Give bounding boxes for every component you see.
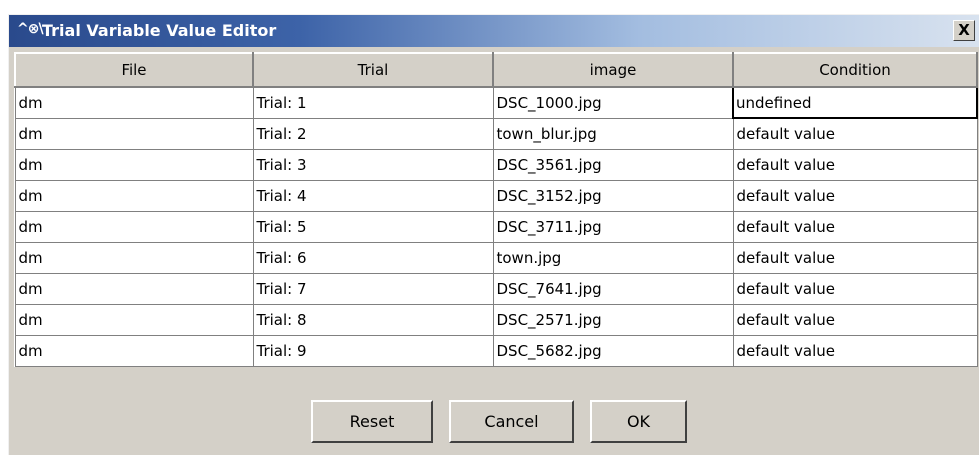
- trial-cell: Trial: 6: [252, 241, 494, 274]
- column-header-trial[interactable]: Trial: [252, 52, 494, 88]
- trial-cell: Trial: 1: [252, 86, 494, 119]
- image-cell[interactable]: DSC_2571.jpg: [492, 303, 734, 336]
- table-row: dm Trial: 4 DSC_3152.jpg default value: [14, 179, 978, 212]
- trial-cell: Trial: 2: [252, 117, 494, 150]
- condition-cell[interactable]: default value: [732, 179, 978, 212]
- table-row: dm Trial: 9 DSC_5682.jpg default value: [14, 334, 978, 367]
- cancel-button[interactable]: Cancel: [449, 400, 574, 443]
- image-cell[interactable]: town_blur.jpg: [492, 117, 734, 150]
- file-cell: dm: [14, 148, 254, 181]
- file-cell: dm: [14, 303, 254, 336]
- title-bar[interactable]: ^⊗\ Trial Variable Value Editor X: [9, 15, 979, 47]
- trial-cell: Trial: 7: [252, 272, 494, 305]
- condition-cell[interactable]: default value: [732, 241, 978, 274]
- file-cell: dm: [14, 241, 254, 274]
- image-cell[interactable]: DSC_3711.jpg: [492, 210, 734, 243]
- image-cell[interactable]: DSC_3152.jpg: [492, 179, 734, 212]
- image-cell[interactable]: DSC_7641.jpg: [492, 272, 734, 305]
- trial-variable-table: File Trial image Condition dm Trial: 1 D…: [14, 52, 978, 367]
- image-cell[interactable]: DSC_3561.jpg: [492, 148, 734, 181]
- file-cell: dm: [14, 86, 254, 119]
- image-cell[interactable]: DSC_1000.jpg: [492, 86, 734, 119]
- table-row: dm Trial: 7 DSC_7641.jpg default value: [14, 272, 978, 305]
- file-cell: dm: [14, 179, 254, 212]
- condition-cell[interactable]: default value: [732, 334, 978, 367]
- close-button[interactable]: X: [953, 20, 975, 41]
- table-row: dm Trial: 3 DSC_3561.jpg default value: [14, 148, 978, 181]
- image-cell[interactable]: DSC_5682.jpg: [492, 334, 734, 367]
- condition-cell[interactable]: default value: [732, 210, 978, 243]
- trial-variable-value-editor-window: ^⊗\ Trial Variable Value Editor X File T…: [8, 14, 979, 455]
- file-cell: dm: [14, 210, 254, 243]
- table-row: dm Trial: 8 DSC_2571.jpg default value: [14, 303, 978, 336]
- trial-cell: Trial: 3: [252, 148, 494, 181]
- column-header-condition[interactable]: Condition: [732, 52, 978, 88]
- column-header-image[interactable]: image: [492, 52, 734, 88]
- condition-cell[interactable]: default value: [732, 117, 978, 150]
- window-title: Trial Variable Value Editor: [42, 21, 277, 40]
- condition-cell[interactable]: default value: [732, 272, 978, 305]
- reset-button[interactable]: Reset: [311, 400, 433, 443]
- condition-cell-editor[interactable]: undefined: [732, 86, 978, 119]
- condition-cell[interactable]: default value: [732, 303, 978, 336]
- column-header-file[interactable]: File: [14, 52, 254, 88]
- table-header-row: File Trial image Condition: [14, 52, 978, 88]
- trial-cell: Trial: 8: [252, 303, 494, 336]
- file-cell: dm: [14, 117, 254, 150]
- app-icon: ^⊗\: [17, 21, 44, 37]
- table-row: dm Trial: 6 town.jpg default value: [14, 241, 978, 274]
- file-cell: dm: [14, 272, 254, 305]
- close-icon: X: [958, 21, 970, 39]
- ok-button[interactable]: OK: [590, 400, 687, 443]
- file-cell: dm: [14, 334, 254, 367]
- trial-cell: Trial: 5: [252, 210, 494, 243]
- dialog-button-bar: Reset Cancel OK: [9, 397, 979, 447]
- table-row: dm Trial: 1 DSC_1000.jpg undefined: [14, 86, 978, 119]
- table-row: dm Trial: 2 town_blur.jpg default value: [14, 117, 978, 150]
- trial-cell: Trial: 9: [252, 334, 494, 367]
- condition-cell[interactable]: default value: [732, 148, 978, 181]
- image-cell[interactable]: town.jpg: [492, 241, 734, 274]
- table-row: dm Trial: 5 DSC_3711.jpg default value: [14, 210, 978, 243]
- trial-cell: Trial: 4: [252, 179, 494, 212]
